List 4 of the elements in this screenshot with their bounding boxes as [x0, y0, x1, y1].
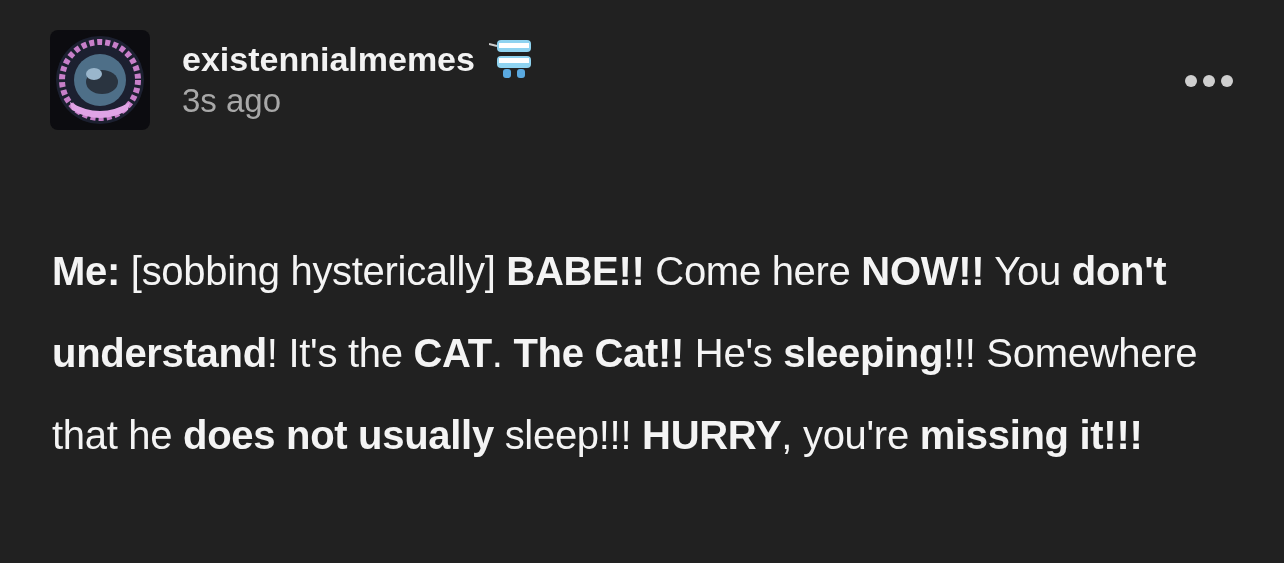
more-options-icon[interactable]: [1184, 74, 1234, 88]
post-text: Me: [sobbing hysterically] BABE!! Come here NOW!! You don't understand! It's the CAT. The Cat!! He's sleeping!!! Somewhere that he does not usually sleep!!! HURRY, you're missing it!!!: [52, 248, 1199, 459]
username[interactable]: existennialmemes: [182, 39, 475, 79]
post-time: 3s ago: [182, 82, 283, 120]
